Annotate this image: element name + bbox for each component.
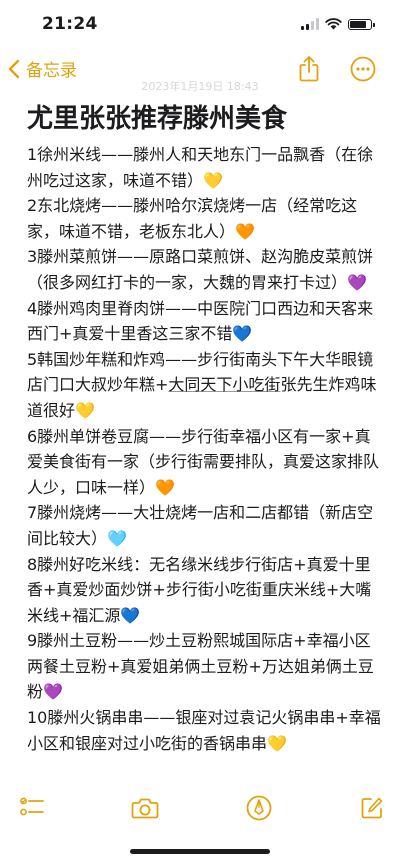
list-item[interactable]: 9滕州土豆粉——炒土豆粉熙城国际店+幸福小区两餐土豆粉+真爱姐弟俩土豆粉+万达姐… [27,628,382,705]
note-date: 2023年1月19日 18:43 [141,80,259,93]
list-item[interactable]: 4滕州鸡肉里脊肉饼——中医院门口西边和天客来西门+真爱十里香这三家不错💙 [27,296,382,347]
cellular-signal-icon [301,18,319,30]
markup-button[interactable] [243,794,275,822]
status-bar: 21:24 [0,0,400,50]
item-link[interactable]: 大同天下小吃街 [168,375,280,394]
list-item[interactable]: 10滕州火锅串串——银座对过袁记火锅串串+幸福小区和银座对过小吃街的香锅串串💛 [27,705,382,756]
list-item[interactable]: 8滕州好吃米线：无名缘米线步行街店+真爱十里香+真爱炒面炒饼+步行街小吃街重庆米… [27,552,382,629]
list-item[interactable]: 1徐州米线——滕州人和天地东门一品飘香（在徐州吃过这家，味道不错）💛 [27,142,382,193]
camera-button[interactable] [129,794,161,822]
list-item[interactable]: 5韩国炒年糕和炸鸡——步行街南头下午大华眼镜店门口大叔炒年糕+大同天下小吃街张先… [27,347,382,424]
chevron-left-icon [8,59,20,78]
checklist-button[interactable] [16,794,48,822]
list-item[interactable]: 2东北烧烤——滕州哈尔滨烧烤一店（经常吃这家，味道不错，老板东北人）🧡 [27,193,382,244]
bottom-toolbar [0,790,400,826]
compose-button[interactable] [356,794,388,822]
battery-icon [348,18,375,30]
camera-icon [131,798,159,819]
list-item[interactable]: 3滕州菜煎饼——原路口菜煎饼、赵沟脆皮菜煎饼（很多网红打卡的一家，大魏的胃来打卡… [27,244,382,295]
status-time: 21:24 [42,14,98,34]
list-item[interactable]: 6滕州单饼卷豆腐——步行街幸福小区有一家+真爱美食街有一家（步行街需要排队，真爱… [27,424,382,501]
checklist-icon [20,797,44,816]
list-item[interactable]: 7滕州烧烤——大壮烧烤一店和二店都错（新店空间比较大）🩵 [27,500,382,551]
markup-icon [246,795,272,821]
note-body[interactable]: 尤里张张推荐滕州美食 1徐州米线——滕州人和天地东门一品飘香（在徐州吃过这家，味… [27,102,382,756]
wifi-icon [325,18,342,30]
battery-level [350,20,366,28]
home-indicator[interactable] [130,849,270,854]
note-title[interactable]: 尤里张张推荐滕州美食 [27,102,382,136]
status-icons [301,18,375,30]
compose-icon [361,797,383,819]
